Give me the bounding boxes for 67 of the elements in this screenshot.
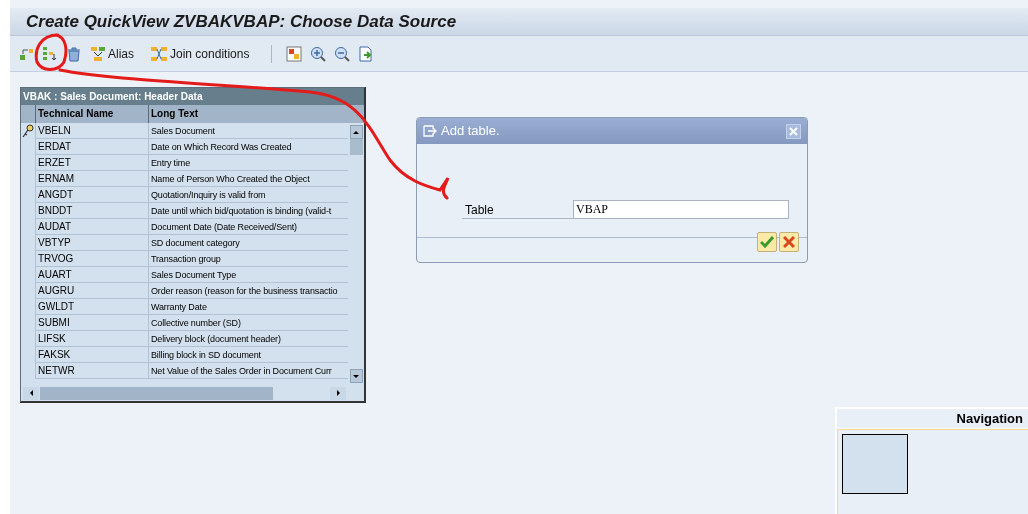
table-cell: Collective number (SD) bbox=[148, 315, 349, 331]
scroll-down-button[interactable] bbox=[349, 369, 363, 383]
linked-boxes-icon bbox=[150, 45, 168, 62]
zoom-out-icon bbox=[334, 45, 351, 62]
navigation-title: Navigation bbox=[956, 409, 1023, 428]
zoom-in-icon bbox=[310, 45, 327, 62]
table-cell: LIFSK bbox=[35, 331, 148, 347]
table-cell: VBTYP bbox=[35, 235, 148, 251]
cross-icon bbox=[783, 236, 795, 248]
table-cell: VBELN bbox=[35, 123, 148, 139]
table-cell: Document Date (Date Received/Sent) bbox=[148, 219, 349, 235]
table-cell: SUBMI bbox=[35, 315, 148, 331]
toolbar-button[interactable]: Alias bbox=[88, 42, 136, 65]
table-cell: Order reason (reason for the business transactio bbox=[148, 283, 349, 299]
dialog-icon bbox=[423, 125, 437, 137]
boxes-icon bbox=[90, 45, 106, 62]
window-title: Create QuickView ZVBAKVBAP: Choose Data Source bbox=[26, 10, 457, 33]
table-cell: Sales Document bbox=[148, 123, 349, 139]
table-cell: GWLDT bbox=[35, 299, 148, 315]
hierarchy-icon bbox=[42, 45, 58, 62]
table-cell: BNDDT bbox=[35, 203, 148, 219]
confirm-button[interactable] bbox=[757, 232, 777, 252]
down-arrow-icon bbox=[353, 374, 359, 378]
squares-icon bbox=[286, 45, 303, 62]
scroll-up-button[interactable] bbox=[349, 125, 363, 139]
scroll-thumb[interactable] bbox=[40, 386, 273, 400]
table-cell: NETWR bbox=[35, 363, 148, 379]
cancel-button[interactable] bbox=[779, 232, 799, 252]
up-arrow-icon bbox=[353, 130, 359, 134]
table-cell: ERDAT bbox=[35, 139, 148, 155]
table-cell: Date until which bid/quotation is binding (valid-t bbox=[148, 203, 349, 219]
vertical-scrollbar[interactable] bbox=[348, 123, 364, 385]
right-arrow-icon bbox=[336, 390, 340, 396]
trash-icon bbox=[66, 45, 82, 62]
table-cell: Sales Document Type bbox=[148, 267, 349, 283]
left-arrow-icon bbox=[29, 390, 33, 396]
dialog-title: Add table. bbox=[441, 122, 500, 141]
table-cell: Entry time bbox=[148, 155, 349, 171]
table-cell: FAKSK bbox=[35, 347, 148, 363]
table-cell: Net Value of the Sales Order in Document Curr bbox=[148, 363, 349, 379]
table-cell: AUGRU bbox=[35, 283, 148, 299]
scroll-thumb[interactable] bbox=[349, 139, 363, 155]
scroll-right-button[interactable] bbox=[330, 386, 346, 400]
checkmark-icon bbox=[760, 236, 774, 248]
table-cell: ERNAM bbox=[35, 171, 148, 187]
table-cell: TRVOG bbox=[35, 251, 148, 267]
table-cell: Transaction group bbox=[148, 251, 349, 267]
close-icon bbox=[789, 126, 798, 136]
table-cell: ANGDT bbox=[35, 187, 148, 203]
table-cell: Quotation/Inquiry is valid from bbox=[148, 187, 349, 203]
table-cell: Warranty Date bbox=[148, 299, 349, 315]
table-cell: AUART bbox=[35, 267, 148, 283]
table-cell: SD document category bbox=[148, 235, 349, 251]
table-cell: Billing block in SD document bbox=[148, 347, 349, 363]
table-cell: AUDAT bbox=[35, 219, 148, 235]
table-cell: ERZET bbox=[35, 155, 148, 171]
table-cell: Name of Person Who Created the Object bbox=[148, 171, 349, 187]
scroll-left-button[interactable] bbox=[23, 386, 39, 400]
table-cell: Delivery block (document header) bbox=[148, 331, 349, 347]
table-input-field[interactable]: VBAP bbox=[573, 200, 789, 219]
table-title: VBAK : Sales Document: Header Data bbox=[21, 88, 364, 105]
table-cell: Date on Which Record Was Created bbox=[148, 139, 349, 155]
toolbar-button[interactable]: Join conditions bbox=[148, 42, 252, 65]
close-button[interactable] bbox=[786, 123, 801, 139]
document-arrow-icon bbox=[358, 45, 375, 62]
column-header[interactable]: Technical Name bbox=[35, 105, 148, 123]
navigation-viewport[interactable] bbox=[842, 434, 908, 494]
